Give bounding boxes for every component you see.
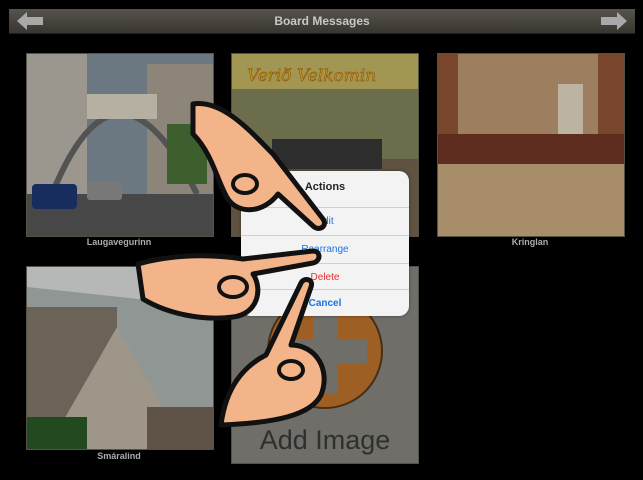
pointing-hand-icon [218, 277, 327, 428]
tile-caption: Kringlan [511, 237, 549, 247]
mall-interior-photo [438, 54, 624, 236]
arrow-right-icon[interactable] [599, 10, 629, 32]
image-tile[interactable] [437, 53, 625, 237]
top-bar: Board Messages [9, 9, 635, 34]
page-title: Board Messages [274, 14, 370, 28]
pointing-hand-icon [190, 101, 327, 231]
tile-caption: Smáralind [97, 451, 141, 461]
svg-text:Verið Velkomin: Verið Velkomin [247, 66, 376, 86]
